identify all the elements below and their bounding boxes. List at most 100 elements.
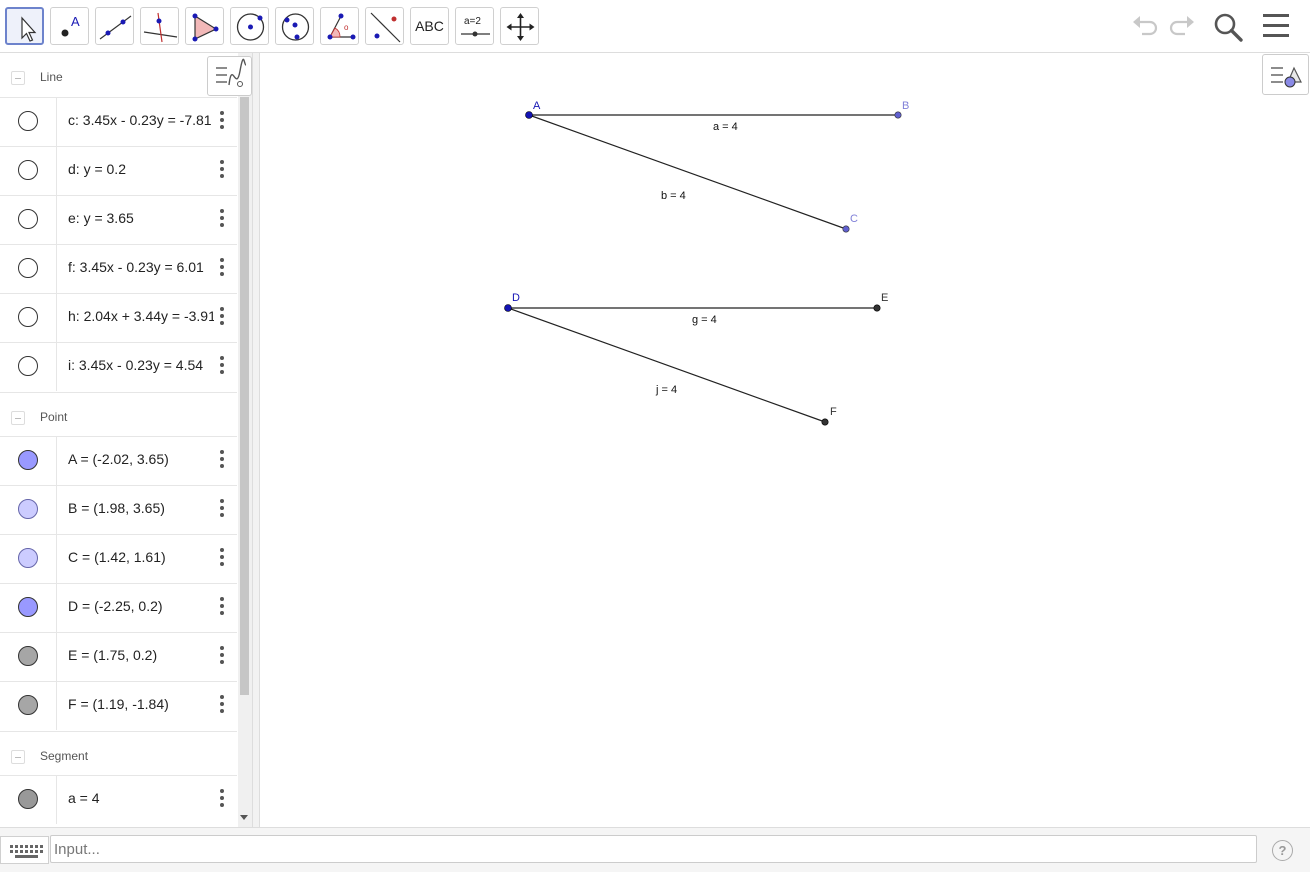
scroll-down-arrow-icon[interactable] — [240, 815, 248, 820]
algebra-expression[interactable]: e: y = 3.65 — [68, 210, 214, 226]
visibility-toggle[interactable] — [0, 196, 57, 244]
algebra-row-point-F[interactable]: F = (1.19, -1.84) — [0, 681, 237, 730]
line-tool-button[interactable] — [95, 7, 134, 45]
keyboard-toggle[interactable] — [0, 836, 49, 864]
algebra-row-line-c[interactable]: c: 3.45x - 0.23y = -7.81 — [0, 97, 237, 146]
hidden-marble-icon[interactable] — [18, 209, 38, 229]
more-options-icon[interactable] — [217, 356, 227, 376]
algebra-row-line-d[interactable]: d: y = 0.2 — [0, 146, 237, 195]
visibility-toggle[interactable] — [0, 245, 57, 293]
algebra-row-point-E[interactable]: E = (1.75, 0.2) — [0, 632, 237, 681]
visible-marble-icon[interactable] — [18, 789, 38, 809]
algebra-expression[interactable]: C = (1.42, 1.61) — [68, 549, 214, 565]
hidden-marble-icon[interactable] — [18, 307, 38, 327]
view-divider[interactable] — [252, 53, 260, 827]
more-options-icon[interactable] — [217, 548, 227, 568]
visibility-toggle[interactable] — [0, 343, 57, 391]
more-options-icon[interactable] — [217, 111, 227, 131]
visible-marble-icon[interactable] — [18, 646, 38, 666]
visibility-toggle[interactable] — [0, 147, 57, 195]
more-options-icon[interactable] — [217, 209, 227, 229]
visibility-toggle[interactable] — [0, 633, 57, 681]
point-A[interactable] — [525, 111, 533, 119]
hidden-marble-icon[interactable] — [18, 356, 38, 376]
hidden-marble-icon[interactable] — [18, 160, 38, 180]
visibility-toggle[interactable] — [0, 776, 57, 824]
algebra-expression[interactable]: B = (1.98, 3.65) — [68, 500, 214, 516]
algebra-expression[interactable]: c: 3.45x - 0.23y = -7.81 — [68, 112, 214, 128]
more-options-icon[interactable] — [217, 597, 227, 617]
algebra-row-point-C[interactable]: C = (1.42, 1.61) — [0, 534, 237, 583]
move-tool-button[interactable] — [5, 7, 44, 45]
group-header-point[interactable]: Point — [0, 392, 237, 440]
help-icon[interactable]: ? — [1272, 840, 1293, 861]
algebra-row-point-A[interactable]: A = (-2.02, 3.65) — [0, 436, 237, 485]
visibility-toggle[interactable] — [0, 486, 57, 534]
visible-marble-icon[interactable] — [18, 499, 38, 519]
algebra-row-line-f[interactable]: f: 3.45x - 0.23y = 6.01 — [0, 244, 237, 293]
collapse-icon[interactable] — [11, 750, 25, 764]
group-header-segment[interactable]: Segment — [0, 731, 237, 779]
more-options-icon[interactable] — [217, 307, 227, 327]
polygon-tool-button[interactable] — [185, 7, 224, 45]
segment-j[interactable] — [507, 307, 826, 423]
visible-marble-icon[interactable] — [18, 450, 38, 470]
algebra-style-bar-toggle[interactable] — [207, 56, 252, 96]
more-options-icon[interactable] — [217, 450, 227, 470]
more-options-icon[interactable] — [217, 646, 227, 666]
text-tool-button[interactable]: ABC — [410, 7, 449, 45]
visible-marble-icon[interactable] — [18, 695, 38, 715]
more-options-icon[interactable] — [217, 499, 227, 519]
algebra-expression[interactable]: E = (1.75, 0.2) — [68, 647, 214, 663]
algebra-row-line-h[interactable]: h: 2.04x + 3.44y = -3.91 — [0, 293, 237, 342]
point-D[interactable] — [504, 304, 512, 312]
visibility-toggle[interactable] — [0, 535, 57, 583]
algebra-input-field[interactable] — [50, 835, 1257, 863]
visible-marble-icon[interactable] — [18, 548, 38, 568]
search-icon[interactable] — [1212, 11, 1244, 43]
algebra-scroll-thumb[interactable] — [240, 97, 249, 695]
visibility-toggle[interactable] — [0, 437, 57, 485]
algebra-row-segment-a[interactable]: a = 4 — [0, 775, 237, 824]
reflect-tool-button[interactable] — [365, 7, 404, 45]
perpendicular-line-tool-button[interactable] — [140, 7, 179, 45]
group-header-line[interactable]: Line — [0, 53, 237, 101]
point-tool-button[interactable]: A — [50, 7, 89, 45]
point-B[interactable] — [894, 111, 902, 119]
circle-three-points-tool-button[interactable] — [275, 7, 314, 45]
hidden-marble-icon[interactable] — [18, 111, 38, 131]
algebra-expression[interactable]: h: 2.04x + 3.44y = -3.91 — [68, 308, 214, 324]
move-graphics-tool-button[interactable] — [500, 7, 539, 45]
more-options-icon[interactable] — [217, 258, 227, 278]
algebra-expression[interactable]: A = (-2.02, 3.65) — [68, 451, 214, 467]
algebra-expression[interactable]: F = (1.19, -1.84) — [68, 696, 214, 712]
algebra-expression[interactable]: d: y = 0.2 — [68, 161, 214, 177]
visibility-toggle[interactable] — [0, 98, 57, 146]
hidden-marble-icon[interactable] — [18, 258, 38, 278]
angle-tool-button[interactable]: o — [320, 7, 359, 45]
graphics-view[interactable]: A B C D E F a = 4 b = 4 g = 4 j = 4 — [260, 53, 1310, 827]
visibility-toggle[interactable] — [0, 584, 57, 632]
point-F[interactable] — [821, 418, 829, 426]
graphics-canvas[interactable]: A B C D E F a = 4 b = 4 g = 4 j = 4 — [260, 53, 1310, 827]
more-options-icon[interactable] — [217, 789, 227, 809]
segment-b[interactable] — [528, 114, 847, 230]
point-E[interactable] — [873, 304, 881, 312]
circle-tool-button[interactable] — [230, 7, 269, 45]
slider-tool-button[interactable]: a=2 — [455, 7, 494, 45]
main-menu-icon[interactable] — [1261, 12, 1291, 40]
algebra-row-point-B[interactable]: B = (1.98, 3.65) — [0, 485, 237, 534]
undo-icon[interactable] — [1130, 10, 1160, 40]
redo-icon[interactable] — [1167, 10, 1197, 40]
more-options-icon[interactable] — [217, 160, 227, 180]
algebra-expression[interactable]: D = (-2.25, 0.2) — [68, 598, 214, 614]
algebra-expression[interactable]: i: 3.45x - 0.23y = 4.54 — [68, 357, 214, 373]
visibility-toggle[interactable] — [0, 294, 57, 342]
point-C[interactable] — [842, 225, 850, 233]
more-options-icon[interactable] — [217, 695, 227, 715]
algebra-row-point-D[interactable]: D = (-2.25, 0.2) — [0, 583, 237, 632]
visible-marble-icon[interactable] — [18, 597, 38, 617]
collapse-icon[interactable] — [11, 71, 25, 85]
visibility-toggle[interactable] — [0, 682, 57, 730]
algebra-expression[interactable]: a = 4 — [68, 790, 214, 806]
